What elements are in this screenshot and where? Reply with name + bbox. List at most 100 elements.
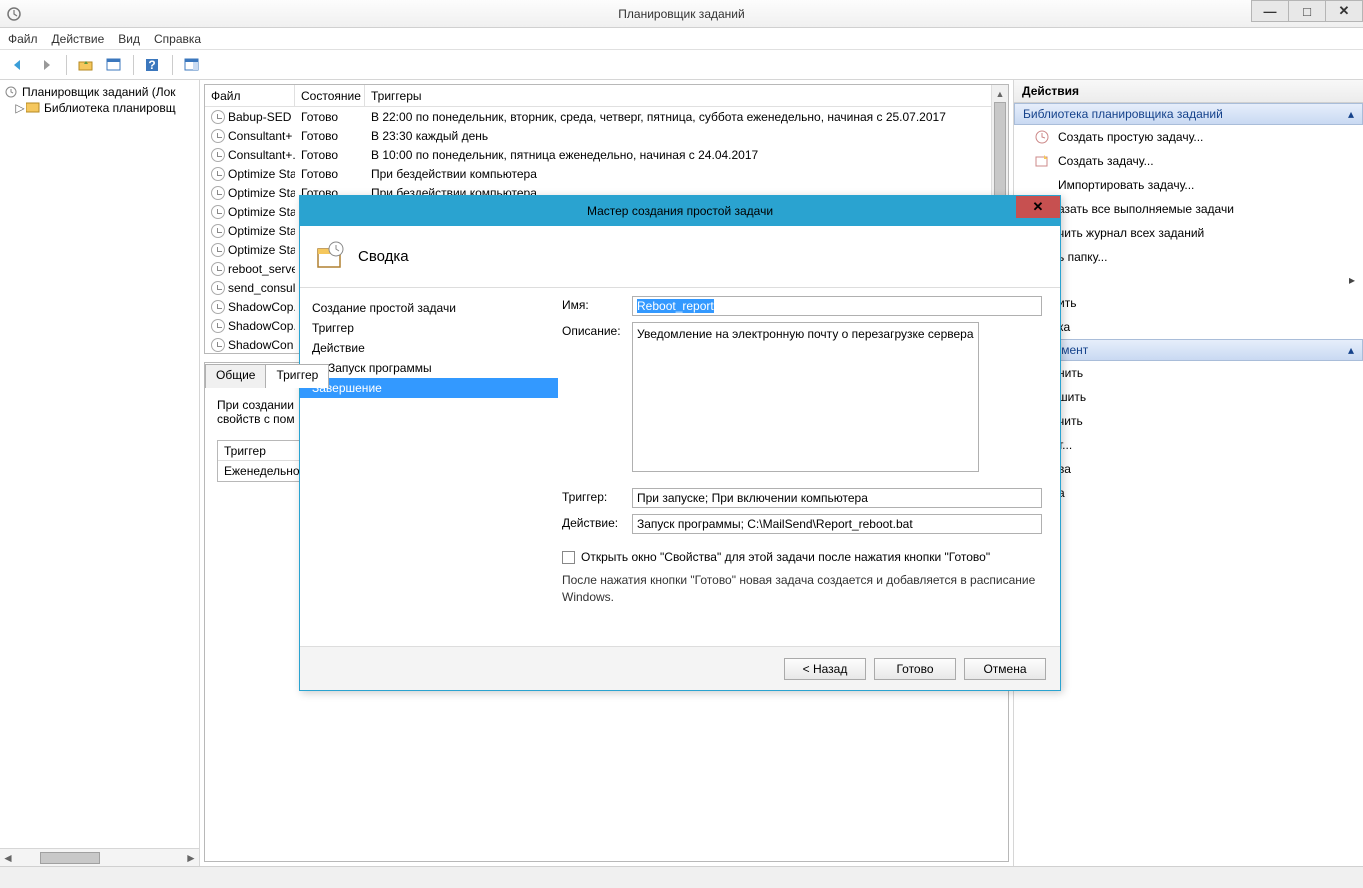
toolbar: ?: [0, 50, 1363, 80]
tab-triggers[interactable]: Триггер: [265, 364, 329, 388]
panel-icon[interactable]: [181, 54, 203, 76]
menubar: Файл Действие Вид Справка: [0, 28, 1363, 50]
nav-run-program[interactable]: Запуск программы: [300, 358, 558, 378]
task-trigger: В 10:00 по понедельник, пятница еженедел…: [365, 148, 1008, 162]
actions-section2[interactable]: ый элемент ▴: [1014, 339, 1363, 361]
menu-action[interactable]: Действие: [52, 32, 105, 46]
actions-section1[interactable]: Библиотека планировщика заданий ▴: [1014, 103, 1363, 125]
col-state[interactable]: Состояние: [295, 85, 365, 106]
nav-action[interactable]: Действие: [300, 338, 558, 358]
back-icon[interactable]: [8, 54, 30, 76]
action-label: чить журнал всех заданий: [1058, 226, 1204, 240]
action-item[interactable]: азать все выполняемые задачи: [1014, 197, 1363, 221]
action-item[interactable]: ва: [1014, 457, 1363, 481]
action-item[interactable]: чить журнал всех заданий: [1014, 221, 1363, 245]
open-properties-checkbox-row[interactable]: Открыть окно "Свойства" для этой задачи …: [562, 550, 1042, 564]
action-field: Запуск программы; C:\MailSend\Report_reb…: [632, 514, 1042, 534]
task-name: Babup-SED: [228, 110, 291, 124]
clock-icon: [211, 243, 225, 257]
table-row[interactable]: Consultant+...ГотовоВ 10:00 по понедельн…: [205, 145, 1008, 164]
scroll-thumb[interactable]: [40, 852, 100, 864]
close-button[interactable]: ✕: [1325, 0, 1363, 22]
action-item[interactable]: т...: [1014, 433, 1363, 457]
task-state: Готово: [295, 167, 365, 181]
nav-create[interactable]: Создание простой задачи: [300, 298, 558, 318]
desc-value: Уведомление на электронную почту о перез…: [637, 327, 974, 341]
horizontal-scrollbar[interactable]: ◄ ►: [0, 848, 199, 866]
titlebar: Планировщик заданий — □ ✕: [0, 0, 1363, 28]
action-item[interactable]: ка: [1014, 315, 1363, 339]
back-button[interactable]: < Назад: [784, 658, 866, 680]
clock-icon: [211, 110, 225, 124]
finish-button[interactable]: Готово: [874, 658, 956, 680]
create-icon: [1034, 153, 1050, 169]
clock-icon: [211, 262, 225, 276]
action-item[interactable]: Создать задачу...: [1014, 149, 1363, 173]
maximize-button[interactable]: □: [1288, 0, 1326, 22]
wizard-titlebar[interactable]: Мастер создания простой задачи ✕: [300, 196, 1060, 226]
tab-general[interactable]: Общие: [205, 364, 266, 388]
nav-finish[interactable]: Завершение: [300, 378, 558, 398]
col-file[interactable]: Файл: [205, 85, 295, 106]
action-label: азать все выполняемые задачи: [1058, 202, 1234, 216]
clock-icon: [6, 6, 22, 22]
clock-icon: [211, 186, 225, 200]
action-label: ь папку...: [1058, 250, 1107, 264]
wizard-banner: Сводка: [300, 226, 1060, 288]
clock-icon: [4, 85, 18, 99]
properties-icon[interactable]: [103, 54, 125, 76]
chevron-right-icon: ▸: [1349, 273, 1355, 287]
folder-up-icon[interactable]: [75, 54, 97, 76]
trigger-label: Триггер:: [562, 488, 632, 508]
tree-root[interactable]: Планировщик заданий (Лок: [0, 84, 199, 100]
task-wizard-icon: [314, 241, 346, 273]
help-icon[interactable]: ?: [142, 54, 164, 76]
table-row[interactable]: Babup-SED ГотовоВ 22:00 по понедельник, в…: [205, 107, 1008, 126]
action-item[interactable]: а: [1014, 481, 1363, 505]
col-trigger[interactable]: Триггеры: [365, 85, 1008, 106]
name-label: Имя:: [562, 296, 632, 316]
menu-file[interactable]: Файл: [8, 32, 38, 46]
checkbox-icon[interactable]: [562, 551, 575, 564]
action-item[interactable]: чить: [1014, 409, 1363, 433]
tree-library[interactable]: ▷ Библиотека планировщ: [0, 100, 199, 116]
action-label: Импортировать задачу...: [1058, 178, 1194, 192]
forward-icon[interactable]: [36, 54, 58, 76]
nav-trigger[interactable]: Триггер: [300, 318, 558, 338]
collapse-icon[interactable]: ▴: [1348, 107, 1354, 121]
task-state: Готово: [295, 110, 365, 124]
task-trigger: В 22:00 по понедельник, вторник, среда, …: [365, 110, 1008, 124]
action-item[interactable]: шить: [1014, 385, 1363, 409]
menu-view[interactable]: Вид: [118, 32, 140, 46]
action-item[interactable]: Импортировать задачу...: [1014, 173, 1363, 197]
action-item[interactable]: Создать простую задачу...: [1014, 125, 1363, 149]
table-row[interactable]: Optimize Sta...ГотовоПри бездействии ком…: [205, 164, 1008, 183]
scroll-right-icon[interactable]: ►: [183, 851, 199, 865]
scroll-up-icon[interactable]: ▲: [992, 85, 1008, 102]
action-item-more[interactable]: ▸: [1014, 269, 1363, 291]
task-name: Optimize Sta...: [228, 167, 295, 181]
task-name: Optimize Sta...: [228, 186, 295, 200]
minimize-button[interactable]: —: [1251, 0, 1289, 22]
wizard-nav: Создание простой задачи Триггер Действие…: [300, 288, 558, 646]
actions-panel: Действия Библиотека планировщика заданий…: [1013, 80, 1363, 866]
checkbox-label: Открыть окно "Свойства" для этой задачи …: [581, 550, 990, 564]
desc-input[interactable]: Уведомление на электронную почту о перез…: [632, 322, 979, 472]
clock-icon: [211, 167, 225, 181]
table-row[interactable]: Consultant+ГотовоВ 23:30 каждый день: [205, 126, 1008, 145]
action-item[interactable]: ь папку...: [1014, 245, 1363, 269]
expand-icon[interactable]: ▷: [14, 101, 26, 115]
name-input[interactable]: Reboot_report: [632, 296, 1042, 316]
task-name: Consultant+...: [228, 148, 295, 162]
scroll-left-icon[interactable]: ◄: [0, 851, 16, 865]
menu-help[interactable]: Справка: [154, 32, 201, 46]
task-name: Optimize Sta...: [228, 205, 295, 219]
clock-icon: [211, 319, 225, 333]
wizard-title: Мастер создания простой задачи: [587, 204, 773, 218]
action-item[interactable]: ить: [1014, 291, 1363, 315]
cancel-button[interactable]: Отмена: [964, 658, 1046, 680]
collapse-icon[interactable]: ▴: [1348, 343, 1354, 357]
action-item[interactable]: нить: [1014, 361, 1363, 385]
close-button[interactable]: ✕: [1016, 196, 1060, 218]
divider: [133, 55, 134, 75]
